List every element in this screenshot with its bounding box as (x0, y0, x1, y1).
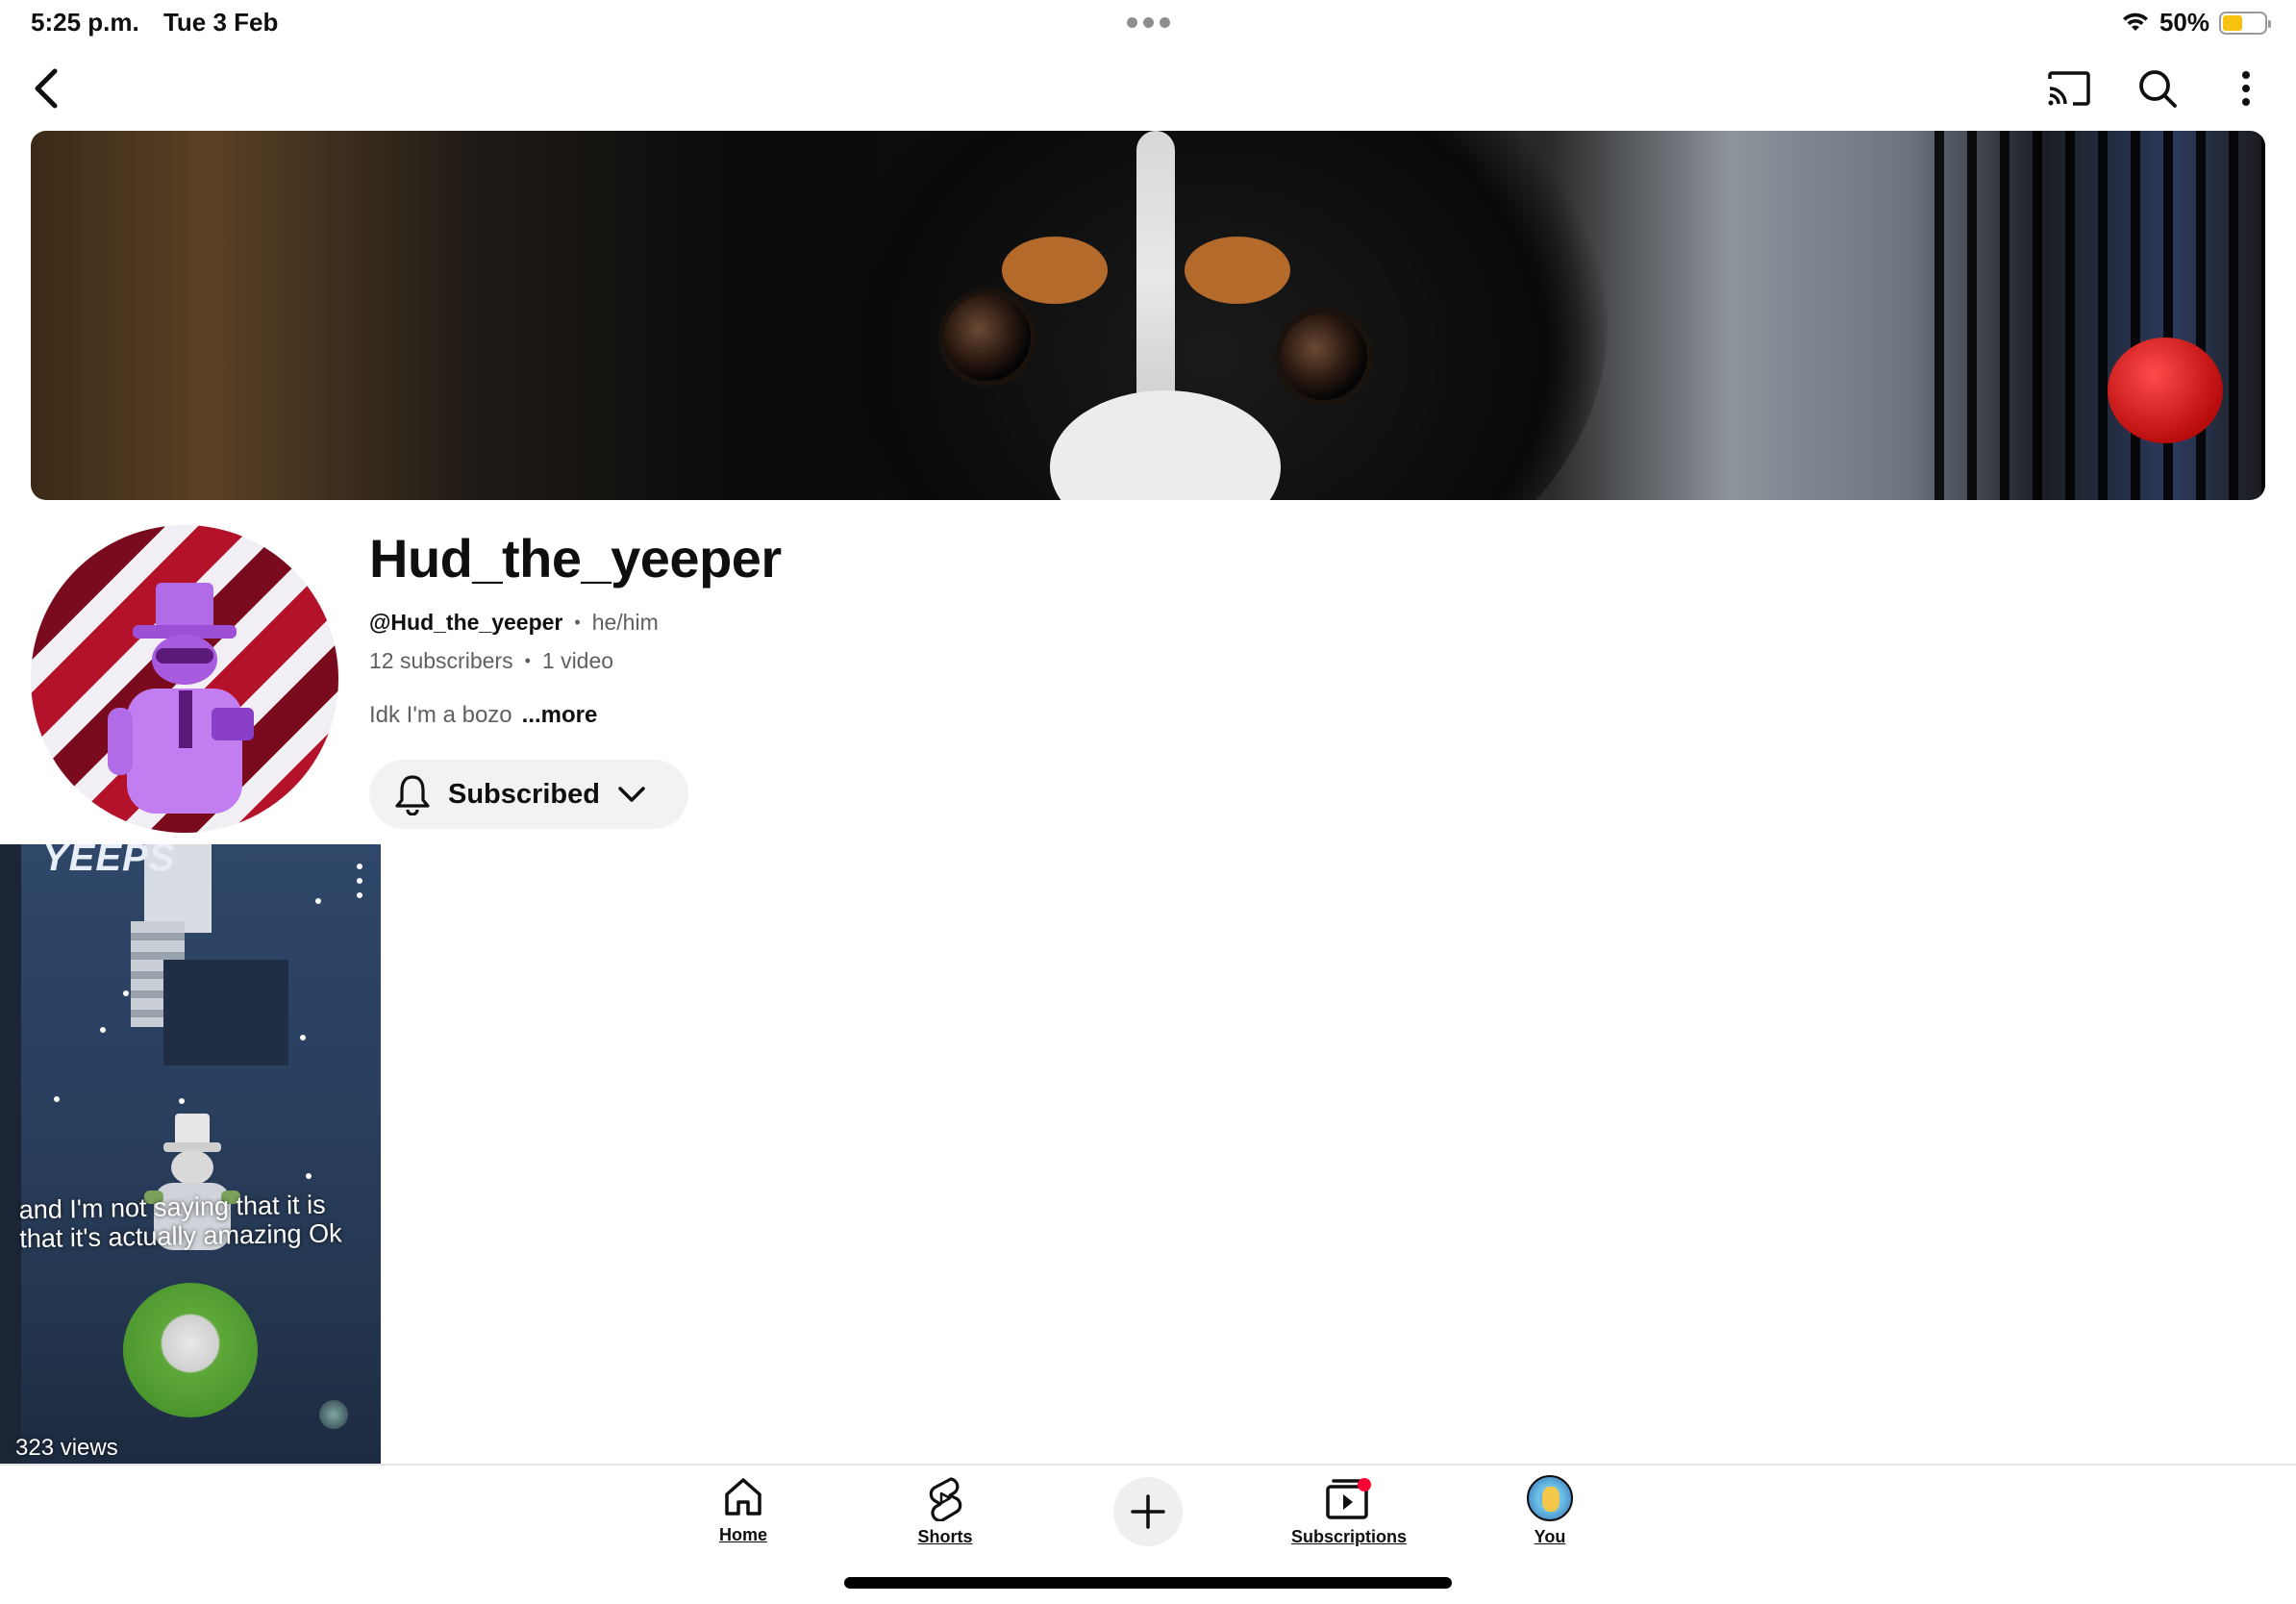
plus-icon (1131, 1494, 1165, 1529)
avatar (1527, 1475, 1573, 1521)
top-bar (0, 58, 2296, 119)
status-date: Tue 3 Feb (162, 8, 279, 37)
nav-you-label: You (1534, 1527, 1566, 1546)
subscribed-label: Subscribed (448, 778, 600, 810)
channel-handle-row: @Hud_the_yeeper • he/him (369, 610, 659, 636)
cast-icon (2048, 71, 2090, 106)
shorts-icon (929, 1477, 962, 1521)
more-options-button[interactable] (2223, 65, 2269, 112)
multitasking-dots-icon[interactable] (1127, 17, 1170, 28)
chevron-left-icon (35, 68, 58, 109)
separator-dot: • (574, 613, 581, 632)
banner-red-toy (2108, 338, 2223, 443)
channel-name: Hud_the_yeeper (369, 528, 782, 589)
banner-dog-eye-left (944, 294, 1031, 381)
status-right: 50% (2121, 8, 2271, 38)
short-brand-text: YEEPS (42, 844, 176, 879)
description-text: Idk I'm a bozo (369, 702, 512, 728)
nav-shorts-label: Shorts (917, 1527, 973, 1546)
battery-percent: 50% (2159, 8, 2209, 37)
chevron-down-icon (618, 787, 645, 802)
subscriber-count: 12 subscribers (369, 648, 513, 673)
status-time: 5:25 p.m. Tue 3 Feb (31, 8, 278, 38)
channel-description[interactable]: Idk I'm a bozo ...more (369, 702, 597, 729)
home-indicator[interactable] (844, 1577, 1452, 1589)
channel-handle[interactable]: @Hud_the_yeeper (369, 610, 562, 636)
channel-avatar[interactable] (31, 525, 338, 833)
short-sticker-avatar (123, 1283, 258, 1417)
nav-subscriptions-label: Subscriptions (1290, 1527, 1407, 1546)
channel-banner (31, 131, 2265, 500)
create-button[interactable] (1113, 1477, 1183, 1546)
search-icon (2139, 70, 2177, 108)
status-bar: 5:25 p.m. Tue 3 Feb 50% (0, 0, 2296, 46)
bell-icon (395, 775, 430, 815)
short-caption: and I'm not saying that it is that it's … (19, 1190, 376, 1254)
wifi-icon (2122, 13, 2148, 31)
nav-shorts[interactable]: Shorts (913, 1475, 977, 1547)
short-more-button[interactable] (352, 864, 367, 898)
back-button[interactable] (27, 65, 65, 112)
avatar-character (108, 583, 254, 814)
separator-dot: • (524, 651, 531, 670)
channel-pronouns: he/him (591, 610, 659, 635)
channel-stats-row: 12 subscribers • 1 video (369, 648, 613, 674)
status-clock: 5:25 p.m. (31, 8, 139, 37)
caption-line-2: that it's actually amazing Ok (19, 1218, 342, 1254)
short-video-card[interactable]: YEEPS and I'm not saying that it is that… (0, 844, 381, 1464)
search-button[interactable] (2134, 65, 2181, 112)
cast-button[interactable] (2046, 65, 2092, 112)
nav-home[interactable]: Home (714, 1475, 772, 1545)
nav-you[interactable]: You (1519, 1475, 1581, 1547)
more-vertical-icon (2242, 71, 2250, 106)
nav-home-label: Home (718, 1525, 767, 1544)
subscriptions-icon (1326, 1478, 1371, 1519)
top-actions (2046, 65, 2269, 112)
battery-icon (2219, 11, 2271, 35)
banner-dog-eye-right (1281, 313, 1367, 400)
video-count: 1 video (541, 648, 614, 673)
subscribed-button[interactable]: Subscribed (369, 760, 688, 829)
nav-subscriptions[interactable]: Subscriptions (1286, 1475, 1411, 1547)
home-icon (725, 1478, 761, 1516)
banner-crate (1934, 131, 2265, 500)
short-view-count: 323 views (15, 1435, 118, 1461)
description-more-link[interactable]: ...more (522, 702, 598, 729)
